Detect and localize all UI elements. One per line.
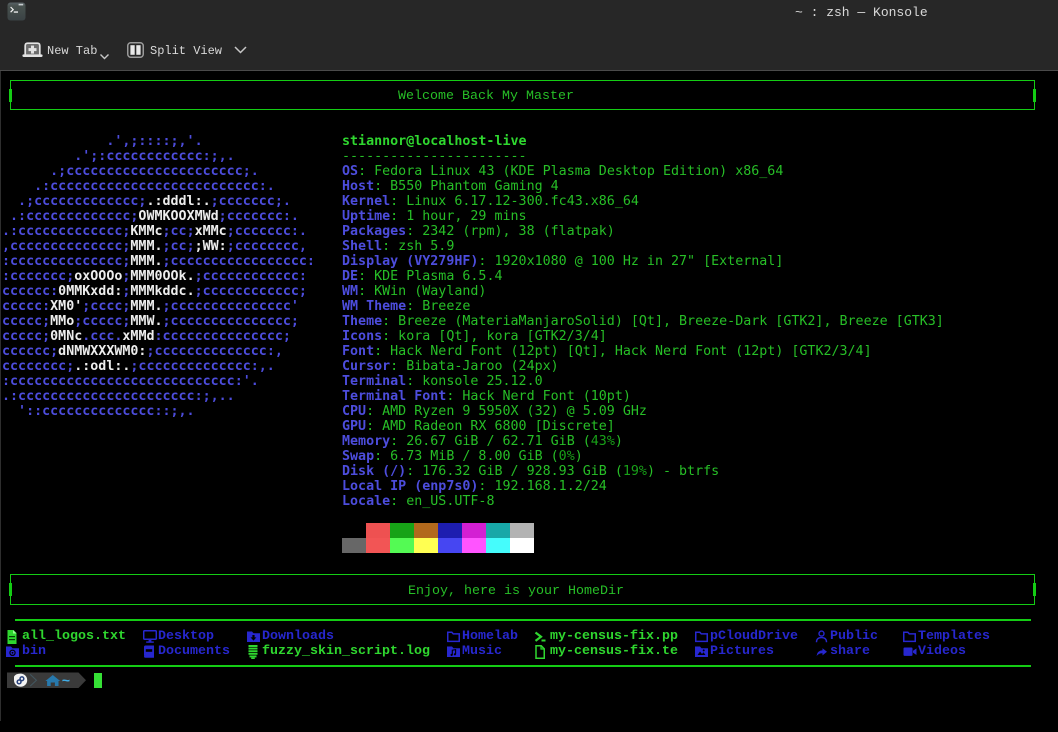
svg-text:~: ~ <box>62 674 70 689</box>
